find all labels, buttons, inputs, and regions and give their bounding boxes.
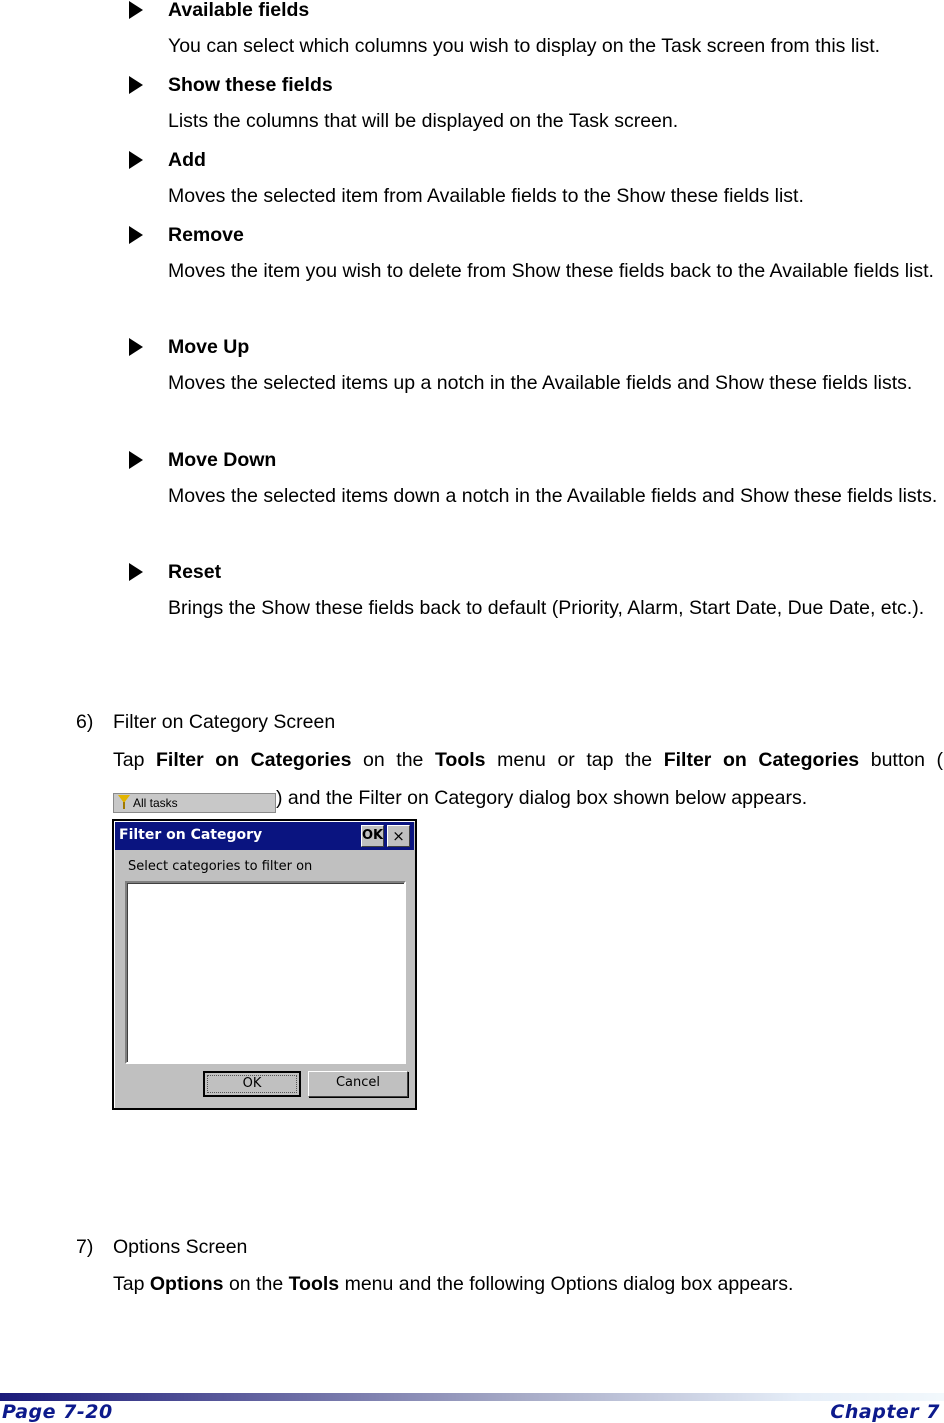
text: on the [351, 749, 435, 771]
dialog-titlebar: Filter on Category OK × [115, 822, 414, 850]
filter-on-category-dialog: Filter on Category OK × Select categorie… [112, 819, 417, 1110]
text: button ( [859, 749, 944, 771]
section-7-number: 7) [76, 1236, 94, 1258]
titlebar-ok-button[interactable]: OK [361, 825, 384, 847]
bold-term-filter-on-categories: Filter on Categories [156, 749, 352, 771]
item-heading: Add [168, 149, 206, 171]
item-heading: Remove [168, 224, 244, 246]
item-heading: Available fields [168, 0, 310, 21]
cancel-button[interactable]: Cancel [308, 1071, 408, 1097]
text: menu and the following Options dialog bo… [339, 1273, 794, 1295]
text: Tap [113, 1273, 150, 1295]
text: on the [223, 1273, 289, 1295]
dialog-prompt: Select categories to filter on [128, 859, 313, 874]
item-heading: Reset [168, 561, 222, 583]
bullet-arrow-icon [129, 76, 143, 94]
item-description: Brings the Show these fields back to def… [168, 597, 925, 619]
bullet-arrow-icon [129, 151, 143, 169]
item-description: Lists the columns that will be displayed… [168, 110, 679, 132]
item-description: Moves the selected items up a notch in t… [168, 372, 913, 394]
item-description: Moves the selected item from Available f… [168, 185, 804, 207]
all-tasks-label: All tasks [133, 796, 178, 810]
text: Tap [113, 749, 157, 771]
funnel-icon [118, 795, 130, 810]
section-6-title: Filter on Category Screen [113, 711, 336, 733]
bold-term-options: Options [149, 1273, 224, 1295]
footer-page-number: Page 7-20 [2, 1401, 113, 1423]
bold-term-tools: Tools [434, 749, 486, 771]
bullet-arrow-icon [129, 1, 143, 19]
footer-chapter: Chapter 7 [830, 1401, 940, 1423]
item-description: Moves the item you wish to delete from S… [168, 260, 934, 282]
bullet-arrow-icon [129, 226, 143, 244]
item-description: Moves the selected items down a notch in… [168, 485, 938, 507]
item-description: You can select which columns you wish to… [168, 35, 881, 57]
ok-button[interactable]: OK [203, 1071, 301, 1097]
bullet-arrow-icon [129, 451, 143, 469]
bold-term-filter-on-categories: Filter on Categories [663, 749, 860, 771]
item-heading: Move Down [168, 449, 277, 471]
section-6-number: 6) [76, 711, 94, 733]
dialog-title: Filter on Category [119, 827, 263, 843]
bullet-arrow-icon [129, 563, 143, 581]
section-6-paragraph: Tap Filter on Categories on the Tools me… [113, 741, 943, 817]
bold-term-tools: Tools [288, 1273, 340, 1295]
categories-listbox[interactable] [125, 881, 406, 1064]
text: menu or tap the [485, 749, 664, 771]
section-7-paragraph: Tap Options on the Tools menu and the fo… [113, 1265, 943, 1303]
section-7-title: Options Screen [113, 1236, 248, 1258]
all-tasks-filter-button-image: All tasks [113, 793, 276, 813]
footer-gradient-bar [0, 1393, 944, 1401]
item-heading: Show these fields [168, 74, 333, 96]
close-icon[interactable]: × [387, 825, 410, 847]
item-heading: Move Up [168, 336, 250, 358]
text: ) and the Filter on Category dialog box … [276, 787, 808, 809]
bullet-arrow-icon [129, 338, 143, 356]
